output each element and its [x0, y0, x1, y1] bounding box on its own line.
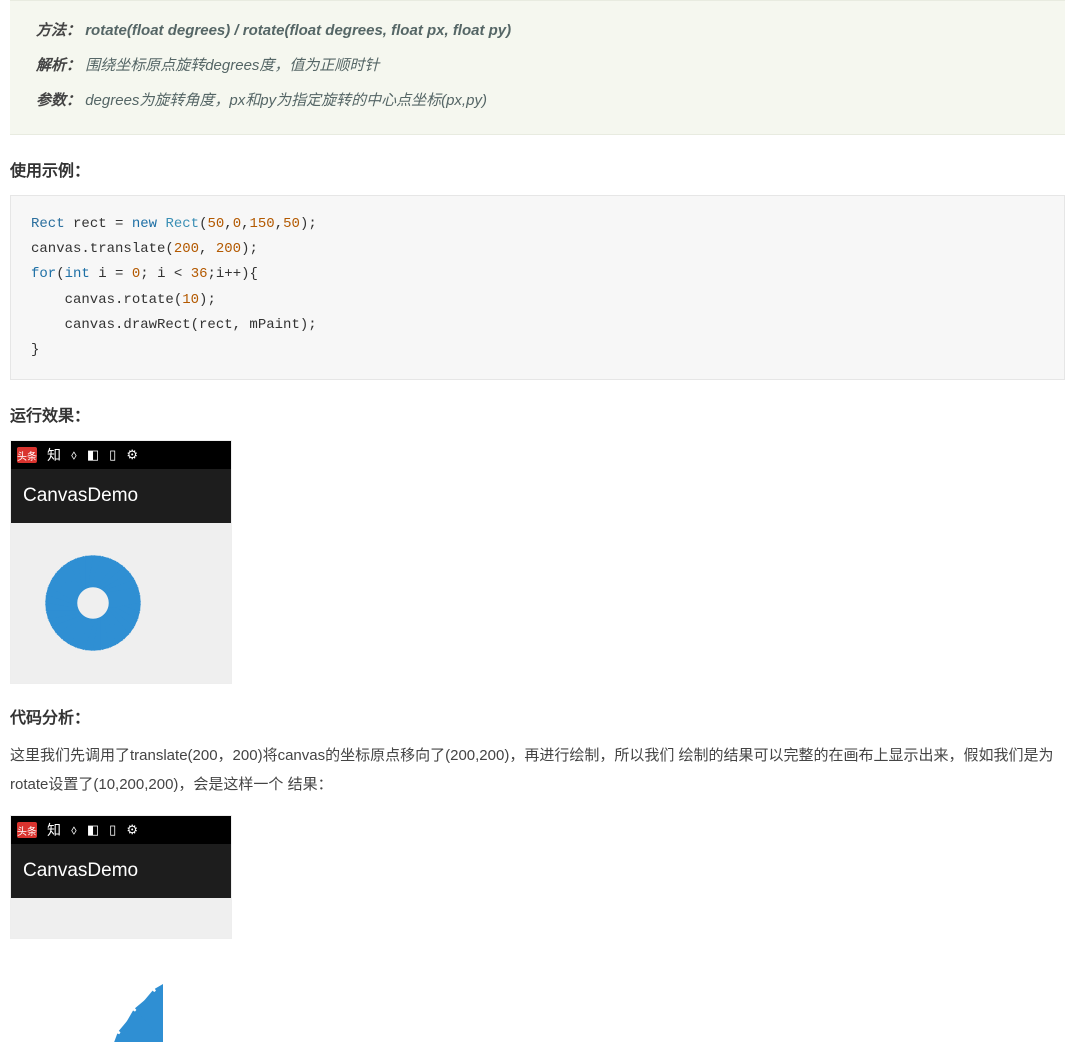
phone-status-bar: 头条 知 ⬨ ◧ ▯ ⚙ [11, 816, 231, 844]
news-badge-icon: 头条 [17, 447, 37, 463]
method-row: 方法： rotate(float degrees) / rotate(float… [36, 17, 1051, 44]
gear-shape-partial [23, 902, 163, 1042]
gear-svg-icon [23, 533, 163, 673]
notification-icon: ◧ [87, 447, 99, 463]
notification-icon: ◧ [87, 822, 99, 838]
analysis-paragraph: 这里我们先调用了translate(200，200)将canvas的坐标原点移向… [10, 742, 1065, 799]
phone-mock-1: 头条 知 ⬨ ◧ ▯ ⚙ CanvasDemo [10, 440, 232, 684]
param-label: 参数 [36, 92, 66, 109]
method-name-2: rotate [243, 22, 285, 39]
colon: ： [66, 92, 81, 109]
phone-canvas-area-partial [11, 898, 231, 938]
method-name-1: rotate [85, 22, 127, 39]
method-sep: / [230, 22, 243, 39]
android-icon: ⬨ [71, 822, 77, 838]
device-icon: ▯ [109, 822, 116, 838]
bug-icon: ⚙ [126, 822, 138, 838]
code-block: Rect rect = new Rect(50,0,150,50); canva… [10, 195, 1065, 380]
gear-svg-partial-icon [23, 902, 163, 1042]
method-info-box: 方法： rotate(float degrees) / rotate(float… [10, 0, 1065, 135]
method-sig-2: (float degrees, float px, float py) [284, 22, 511, 39]
heading-usage: 使用示例： [10, 157, 1065, 181]
method-label: 方法 [36, 22, 66, 39]
param-row: 参数： degrees为旋转角度，px和py为指定旋转的中心点坐标(px,py) [36, 87, 1051, 114]
device-icon: ▯ [109, 447, 116, 463]
bug-icon: ⚙ [126, 447, 138, 463]
news-badge-icon: 头条 [17, 822, 37, 838]
desc-label: 解析 [36, 57, 66, 74]
colon: ： [66, 57, 81, 74]
phone-app-title: CanvasDemo [11, 844, 231, 898]
phone-mock-2: 头条 知 ⬨ ◧ ▯ ⚙ CanvasDemo [10, 815, 232, 939]
heading-run: 运行效果： [10, 402, 1065, 426]
android-icon: ⬨ [71, 447, 77, 463]
phone-status-bar: 头条 知 ⬨ ◧ ▯ ⚙ [11, 441, 231, 469]
gear-shape [23, 533, 163, 673]
phone-app-title: CanvasDemo [11, 469, 231, 523]
zhihu-icon: 知 [47, 445, 61, 465]
colon: ： [66, 22, 81, 39]
method-sig-1: (float degrees) [127, 22, 230, 39]
param-text: degrees为旋转角度，px和py为指定旋转的中心点坐标(px,py) [85, 92, 487, 109]
heading-analysis: 代码分析： [10, 704, 1065, 728]
desc-row: 解析： 围绕坐标原点旋转degrees度，值为正顺时针 [36, 52, 1051, 79]
phone-canvas-area [11, 523, 231, 683]
desc-text: 围绕坐标原点旋转degrees度，值为正顺时针 [85, 57, 379, 74]
zhihu-icon: 知 [47, 820, 61, 840]
